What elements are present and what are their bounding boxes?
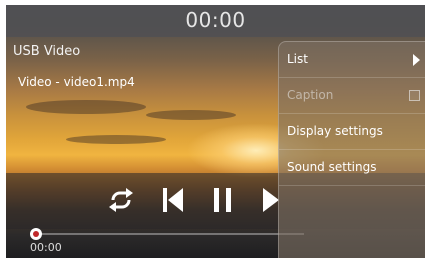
caption-checkbox[interactable] [409,90,420,101]
video-frame-cloud [26,100,146,114]
video-player-screen: 00:00 USB Video Video - video1.mp4 00:00 [6,5,425,258]
chevron-right-icon [413,54,420,66]
video-frame-cloud [146,110,236,120]
video-frame-cloud [66,135,166,144]
progress-knob[interactable] [30,228,42,240]
menu-item-list[interactable]: List [279,42,425,78]
menu-item-sound-settings[interactable]: Sound settings [279,150,425,186]
top-time-display: 00:00 [185,8,246,32]
elapsed-time: 00:00 [30,241,62,254]
menu-item-label: List [287,52,308,66]
menu-item-caption[interactable]: Caption [279,78,425,114]
source-label: USB Video [13,44,81,59]
skip-previous-icon[interactable] [162,187,184,213]
file-name-label: Video - video1.mp4 [18,75,135,89]
progress-track[interactable] [34,233,304,235]
top-bar: 00:00 [6,5,425,37]
menu-item-label: Display settings [287,124,383,138]
repeat-icon[interactable] [107,187,135,213]
menu-item-label: Caption [287,88,334,102]
pause-icon[interactable] [212,187,234,213]
options-menu: List Caption Display settings Sound sett… [278,41,425,258]
menu-item-label: Sound settings [287,160,377,174]
menu-item-display-settings[interactable]: Display settings [279,114,425,150]
